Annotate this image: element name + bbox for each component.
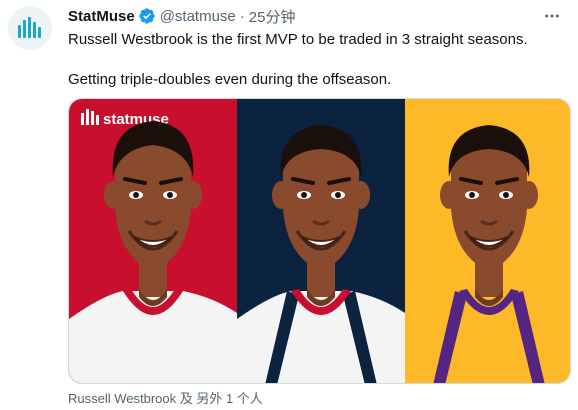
- statmuse-logo-icon: [18, 17, 41, 38]
- verified-badge-icon: [138, 7, 156, 25]
- author-avatar[interactable]: [8, 6, 52, 50]
- tweet[interactable]: StatMuse @statmuse · 25分钟 Russell Westbr…: [0, 0, 578, 410]
- tagged-people-link[interactable]: Russell Westbrook 及 另外 1 个人: [68, 388, 263, 407]
- more-options-icon[interactable]: [540, 4, 564, 28]
- westbrook-illustration: statmuse: [69, 99, 570, 383]
- tweet-text-line: Getting triple-doubles even during the o…: [68, 71, 392, 88]
- tweet-header: StatMuse @statmuse · 25分钟: [68, 6, 568, 26]
- tweet-text-line: Russell Westbrook is the first MVP to be…: [68, 31, 528, 48]
- tweet-timestamp[interactable]: 25分钟: [249, 6, 296, 27]
- separator-dot: ·: [239, 7, 245, 25]
- tweet-media-image[interactable]: statmuse: [68, 98, 571, 384]
- author-handle[interactable]: @statmuse: [160, 8, 236, 25]
- author-name[interactable]: StatMuse: [68, 8, 135, 25]
- tweet-text: Russell Westbrook is the first MVP to be…: [68, 30, 568, 90]
